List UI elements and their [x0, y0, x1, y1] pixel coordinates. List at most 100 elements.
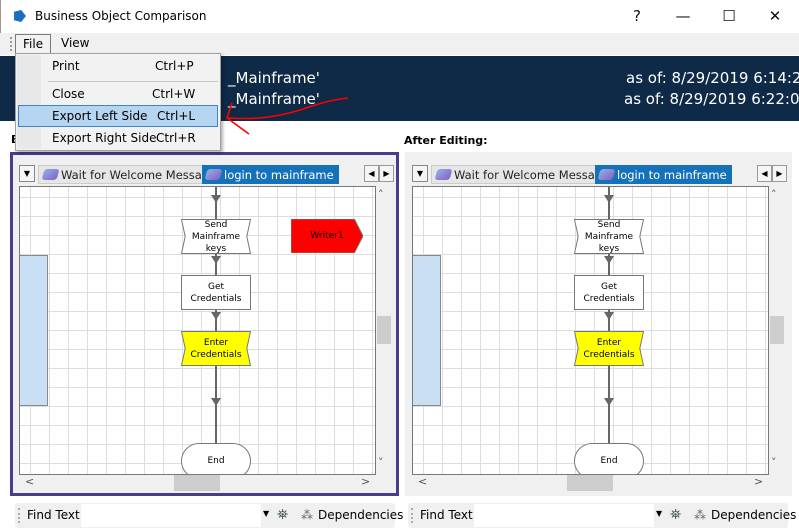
tab-next-button[interactable]: ▶	[772, 165, 787, 182]
selection-region	[20, 255, 48, 406]
grip-handle	[18, 508, 20, 523]
page-icon	[597, 169, 616, 180]
find-toolbar-left: Find Text ▼ ⛯ ⁂ Dependencies	[15, 503, 403, 528]
vertical-scrollbar[interactable]: ˄ ˅	[376, 186, 391, 475]
left-object-name: _Mainframe'	[228, 69, 320, 87]
scroll-right-icon[interactable]: >	[361, 475, 370, 488]
flow-node-enter[interactable]: Enter Credentials	[181, 331, 251, 366]
tab-prev-button[interactable]: ◀	[757, 165, 772, 182]
tab-label: login to mainframe	[224, 167, 334, 182]
scroll-down-icon[interactable]: ˅	[378, 456, 384, 469]
menu-item-export-right-side[interactable]: Export Right Side Ctrl+R	[18, 127, 218, 149]
menu-item-shortcut: Ctrl+R	[156, 131, 196, 145]
find-binoculars-icon[interactable]: ⛯	[670, 507, 681, 523]
left-panel: ▼ Wait for Welcome Message login to main…	[10, 152, 399, 496]
tab-login-to-mainframe[interactable]: login to mainframe	[202, 165, 339, 184]
tab-nav: ◀ ▶	[757, 165, 787, 182]
menu-item-label: Close	[52, 87, 85, 101]
scroll-thumb[interactable]	[567, 475, 613, 491]
find-text-input[interactable]	[474, 504, 654, 527]
menu-separator	[48, 81, 218, 82]
flow-node-get[interactable]: Get Credentials	[574, 275, 644, 310]
page-icon	[41, 169, 60, 180]
scroll-right-icon[interactable]: >	[754, 475, 763, 488]
scroll-down-icon[interactable]: ˅	[771, 456, 777, 469]
arrowhead-icon	[211, 312, 221, 320]
dependencies-button[interactable]: Dependencies	[318, 508, 403, 522]
tab-login-to-mainframe[interactable]: login to mainframe	[595, 165, 732, 184]
tab-nav: ◀ ▶	[364, 165, 394, 182]
selection-region	[413, 255, 441, 406]
tab-wait-for-welcome[interactable]: Wait for Welcome Message	[38, 165, 223, 184]
right-as-of: as of: 8/29/2019 6:22:08	[624, 90, 799, 108]
maximize-button[interactable]: ☐	[706, 4, 752, 30]
scroll-up-icon[interactable]: ˄	[771, 188, 777, 201]
scroll-left-icon[interactable]: <	[25, 475, 34, 488]
menu-item-shortcut: Ctrl+P	[155, 59, 194, 73]
close-button[interactable]: ✕	[752, 4, 798, 30]
dependencies-icon: ⁂	[694, 508, 706, 522]
menu-item-label: Export Right Side	[52, 131, 157, 145]
flow-node-writer[interactable]: Writer1	[291, 219, 363, 253]
flow-node-enter[interactable]: Enter Credentials	[574, 331, 644, 366]
menu-item-print[interactable]: Print Ctrl+P	[18, 55, 218, 77]
horizontal-scrollbar[interactable]: < >	[19, 475, 376, 491]
tab-prev-button[interactable]: ◀	[364, 165, 379, 182]
dependencies-icon: ⁂	[301, 508, 313, 522]
menu-file[interactable]: File	[15, 34, 52, 54]
tab-label: login to mainframe	[617, 167, 727, 182]
menu-item-label: Print	[52, 59, 80, 73]
after-label: After Editing:	[404, 134, 488, 147]
menu-view[interactable]: View	[54, 34, 96, 54]
flow-node-send[interactable]: Send Mainframe keys	[181, 219, 251, 254]
tab-next-button[interactable]: ▶	[379, 165, 394, 182]
title-bar: Business Object Comparison ? — ☐ ✕	[0, 0, 799, 33]
find-text-label: Find Text	[27, 508, 80, 522]
arrowhead-icon	[211, 195, 221, 203]
dependencies-button[interactable]: Dependencies	[711, 508, 796, 522]
arrowhead-icon	[604, 398, 614, 406]
grip-handle	[10, 37, 12, 51]
tab-strip: ▼ Wait for Welcome Message login to main…	[412, 164, 787, 186]
vertical-scrollbar[interactable]: ˄ ˅	[769, 186, 784, 475]
file-menu-dropdown: Print Ctrl+P Close Ctrl+W Export Left Side…	[15, 53, 221, 151]
menu-item-label: Export Left Side	[52, 109, 148, 123]
tab-label: Wait for Welcome Message	[61, 167, 217, 182]
chevron-down-icon[interactable]: ▼	[656, 509, 662, 518]
help-button[interactable]: ?	[614, 4, 660, 30]
flow-node-end[interactable]: End	[181, 443, 251, 474]
arrowhead-icon	[604, 312, 614, 320]
horizontal-scrollbar[interactable]: < >	[412, 475, 769, 491]
menu-bar: File View	[0, 33, 799, 55]
page-icon	[204, 169, 223, 180]
flow-node-send[interactable]: Send Mainframe keys	[574, 219, 644, 254]
right-object-name: _Mainframe'	[228, 90, 320, 108]
find-text-label: Find Text	[420, 508, 473, 522]
arrowhead-icon	[211, 398, 221, 406]
scroll-up-icon[interactable]: ˄	[378, 188, 384, 201]
page-icon	[434, 169, 453, 180]
minimize-button[interactable]: —	[660, 4, 706, 30]
menu-item-export-left-side[interactable]: Export Left Side Ctrl+L	[18, 105, 218, 127]
scroll-thumb[interactable]	[770, 316, 784, 344]
grip-handle	[411, 508, 413, 523]
tab-dropdown-button[interactable]: ▼	[412, 165, 428, 182]
flow-node-end[interactable]: End	[574, 443, 644, 474]
right-panel: ▼ Wait for Welcome Message login to main…	[405, 152, 792, 496]
flow-node-get[interactable]: Get Credentials	[181, 275, 251, 310]
scroll-thumb[interactable]	[174, 475, 220, 491]
menu-item-close[interactable]: Close Ctrl+W	[18, 83, 218, 105]
scroll-thumb[interactable]	[377, 316, 391, 344]
find-text-input[interactable]	[81, 504, 261, 527]
left-as-of: as of: 8/29/2019 6:14:27	[626, 69, 799, 87]
tab-dropdown-button[interactable]: ▼	[19, 165, 35, 182]
chevron-down-icon[interactable]: ▼	[263, 509, 269, 518]
scroll-left-icon[interactable]: <	[418, 475, 427, 488]
arrowhead-icon	[604, 256, 614, 264]
app-icon	[14, 10, 26, 22]
find-binoculars-icon[interactable]: ⛯	[277, 507, 288, 523]
diagram-canvas[interactable]: Send Mainframe keys Get Credentials Enter …	[412, 186, 769, 475]
tab-label: Wait for Welcome Message	[454, 167, 610, 182]
tab-wait-for-welcome[interactable]: Wait for Welcome Message	[431, 165, 616, 184]
diagram-canvas[interactable]: Send Mainframe keys Get Credentials Enter …	[19, 186, 376, 475]
